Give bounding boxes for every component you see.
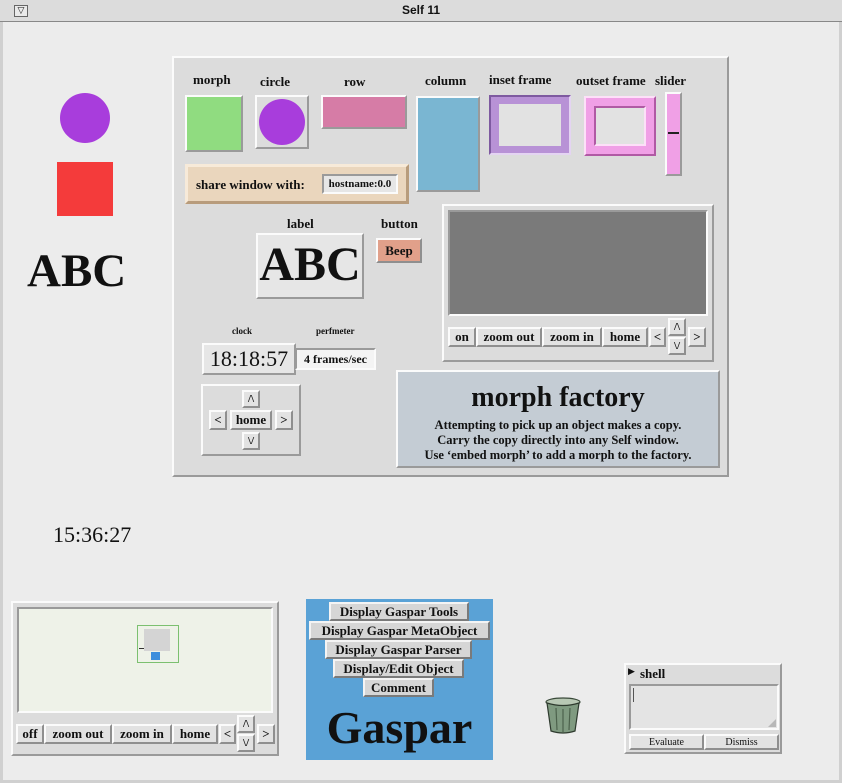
inset-frame-prototype[interactable] (489, 95, 571, 155)
beep-button[interactable]: Beep (376, 238, 422, 263)
radar-object-marker (151, 652, 160, 660)
square-morph[interactable] (57, 162, 113, 216)
morph-prototype[interactable] (185, 95, 243, 152)
nav-down-button[interactable]: \/ (242, 432, 260, 450)
desktop-clock[interactable]: 15:36:27 (53, 521, 131, 549)
shell-title: shell (640, 666, 666, 681)
perfmeter-prototype[interactable]: 4 frames/sec (295, 348, 376, 370)
outset-frame-label: outset frame (576, 73, 646, 88)
share-window-row: share window with: hostname:0.0 (185, 164, 409, 204)
column-prototype[interactable] (416, 96, 480, 192)
radar-viewport-frame[interactable] (137, 625, 179, 663)
radar-window-thumbnail (144, 629, 170, 651)
nav-right-button[interactable]: > (275, 410, 293, 430)
evaluate-button[interactable]: Evaluate (629, 734, 704, 750)
slider-thumb[interactable] (668, 132, 679, 134)
radar-up-button[interactable]: /\ (237, 715, 255, 733)
shell-window: ▶ shell Evaluate Dismiss (624, 663, 782, 754)
nav-home-button[interactable]: home (230, 410, 272, 430)
clock-prototype[interactable]: 18:18:57 (202, 343, 296, 375)
factory-desc-line-2: Carry the copy directly into any Self wi… (437, 433, 679, 447)
button-label: button (381, 216, 418, 231)
circle-morph[interactable] (60, 93, 110, 143)
perfmeter-label: perfmeter (316, 326, 355, 336)
outset-frame-prototype[interactable] (584, 96, 656, 156)
radar-left-button[interactable]: < (219, 724, 236, 744)
circle-label: circle (260, 74, 291, 89)
radar-zoom-out-button[interactable]: zoom out (44, 724, 112, 744)
view-on-button[interactable]: on (448, 327, 476, 347)
factory-desc-line-1: Attempting to pick up an object makes a … (434, 418, 682, 432)
factory-desc-line-3: Use ‘embed morph’ to add a morph to the … (424, 448, 692, 462)
gaspar-title: Gaspar (326, 702, 473, 753)
factory-title: morph factory (471, 382, 645, 413)
gaspar-menu: Display Gaspar Tools Display Gaspar Meta… (306, 599, 493, 760)
view-left-button[interactable]: < (649, 327, 666, 347)
clock-label: clock (232, 326, 252, 336)
view-zoom-in-button[interactable]: zoom in (542, 327, 602, 347)
display-gaspar-metaobject-button[interactable]: Display Gaspar MetaObject (309, 621, 490, 640)
radar-off-button[interactable]: off (16, 724, 44, 744)
row-label: row (344, 74, 366, 89)
view-down-button[interactable]: \/ (668, 337, 686, 355)
expand-triangle-icon[interactable]: ▶ (628, 667, 635, 677)
title-bar[interactable]: ▽ Self 11 (0, 0, 842, 22)
radar-home-button[interactable]: home (172, 724, 218, 744)
circle-prototype[interactable] (255, 95, 309, 149)
inset-frame-label: inset frame (489, 72, 552, 87)
row-prototype[interactable] (321, 95, 407, 129)
outset-frame-interior (594, 106, 646, 146)
circle-shape (259, 99, 305, 145)
view-right-button[interactable]: > (688, 327, 706, 347)
label-label: label (287, 216, 314, 231)
resize-grip-icon[interactable] (768, 719, 776, 727)
slider-prototype[interactable] (665, 92, 682, 176)
dismiss-button[interactable]: Dismiss (704, 734, 779, 750)
text-cursor (633, 688, 634, 702)
radar-down-button[interactable]: \/ (237, 734, 255, 752)
abc-label-morph[interactable]: ABC (27, 243, 126, 299)
view-home-button[interactable]: home (602, 327, 648, 347)
world-view-panel: on zoom out zoom in home < /\ \/ > (442, 204, 714, 362)
radar-zoom-in-button[interactable]: zoom in (112, 724, 172, 744)
share-window-label: share window with: (196, 177, 305, 192)
column-label: column (425, 73, 467, 88)
slider-label: slider (655, 73, 687, 88)
display-edit-object-button[interactable]: Display/Edit Object (333, 659, 464, 678)
world-view-screen[interactable] (448, 210, 708, 316)
view-zoom-out-button[interactable]: zoom out (476, 327, 542, 347)
morph-factory-panel[interactable]: morph circle row column inset frame outs… (172, 56, 729, 477)
display-gaspar-tools-button[interactable]: Display Gaspar Tools (329, 602, 469, 621)
radar-tick (139, 648, 144, 649)
nav-left-button[interactable]: < (209, 410, 227, 430)
nav-up-button[interactable]: /\ (242, 390, 260, 408)
inset-frame-interior (499, 104, 561, 146)
window-title: Self 11 (401, 3, 441, 17)
display-gaspar-parser-button[interactable]: Display Gaspar Parser (325, 640, 472, 659)
comment-button[interactable]: Comment (363, 678, 434, 697)
radar-view-screen[interactable] (17, 607, 273, 713)
navigation-pad: /\ < home > \/ (201, 384, 301, 456)
radar-view-panel: off zoom out zoom in home < /\ \/ > (11, 601, 279, 756)
hostname-field[interactable]: hostname:0.0 (322, 174, 398, 194)
morph-label: morph (193, 72, 231, 87)
shell-input-area[interactable] (629, 684, 779, 730)
factory-info-panel: morph factory Attempting to pick up an o… (396, 370, 720, 468)
trash-can-icon[interactable] (544, 697, 584, 735)
label-prototype[interactable]: ABC (256, 233, 364, 299)
radar-right-button[interactable]: > (257, 724, 275, 744)
view-up-button[interactable]: /\ (668, 318, 686, 336)
window-left-edge[interactable] (0, 22, 3, 783)
